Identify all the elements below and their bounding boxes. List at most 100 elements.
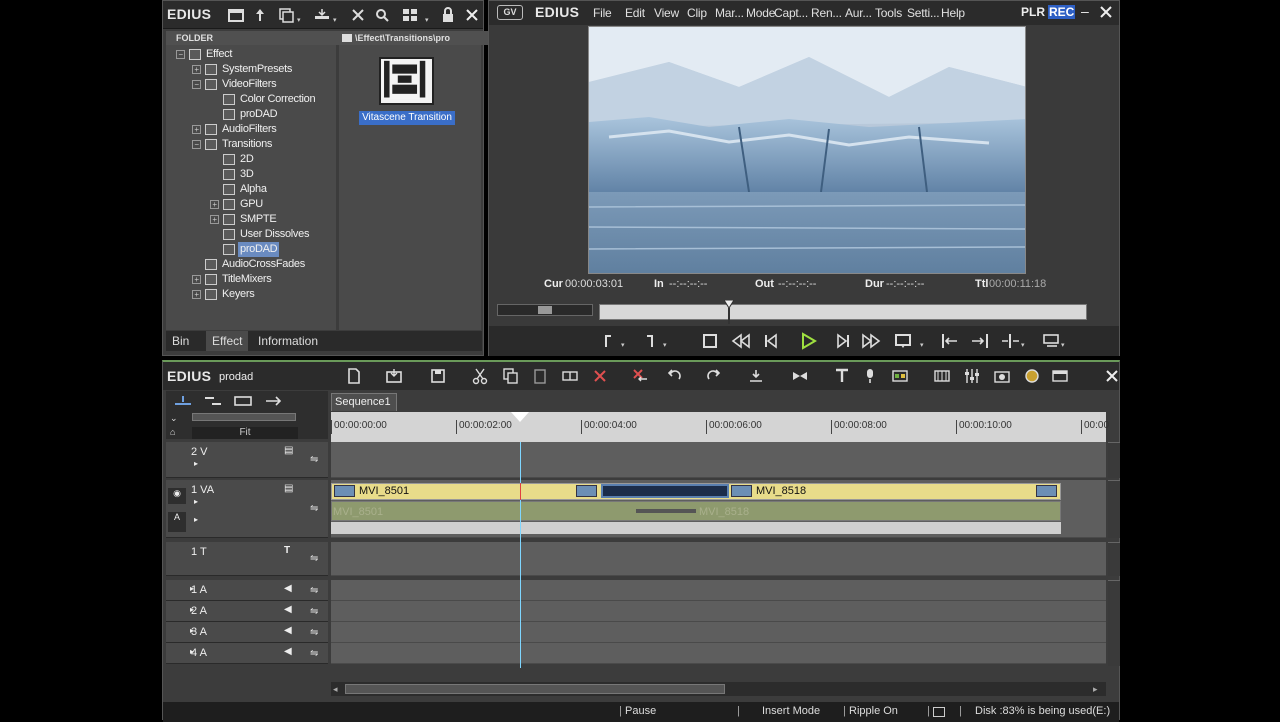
delete-clip-icon[interactable] (591, 367, 609, 385)
expand-icon[interactable]: + (192, 65, 201, 74)
track-header[interactable]: 1 T T ⇋ (166, 542, 328, 576)
shuttle-handle[interactable] (538, 306, 552, 314)
output-dropdown-icon[interactable]: ▾ (1061, 342, 1067, 349)
audio-channel-icon[interactable]: A (168, 512, 186, 532)
step-back-icon[interactable] (761, 331, 783, 351)
audio-clip[interactable] (331, 501, 1061, 521)
ripple-delete-icon[interactable] (631, 367, 649, 385)
expand-all-icon[interactable]: ⌄ (170, 413, 186, 425)
minimize-icon[interactable]: – (1081, 3, 1089, 19)
track-sync-icon[interactable]: ⇋ (310, 503, 318, 514)
scroll-left-icon[interactable]: ◂ (333, 684, 338, 695)
track-lane[interactable] (331, 542, 1106, 576)
insert-dropdown-icon[interactable]: ▾ (1021, 342, 1027, 349)
track-lane[interactable] (331, 580, 1106, 601)
menu-view[interactable]: View (654, 6, 679, 20)
new-folder-icon[interactable] (227, 6, 245, 24)
expand-track-icon[interactable]: ▸ (190, 584, 194, 593)
title-track-icon[interactable]: T (284, 545, 296, 557)
audio-mixer-icon[interactable] (963, 367, 981, 385)
cut-icon[interactable] (471, 367, 489, 385)
vertical-scrollbar[interactable] (1108, 480, 1120, 538)
add-clip-icon[interactable] (277, 6, 295, 24)
lock-icon[interactable] (439, 6, 457, 24)
menu-render[interactable]: Ren... (811, 6, 842, 20)
expand-icon[interactable]: + (192, 290, 201, 299)
zoom-slider[interactable] (192, 413, 296, 421)
layout-icon[interactable] (1051, 367, 1069, 385)
menu-tools[interactable]: Tools (875, 6, 902, 20)
track-sync-icon[interactable]: ⇋ (310, 454, 318, 465)
copy-icon[interactable] (501, 367, 519, 385)
collapse-icon[interactable]: − (176, 50, 185, 59)
track-sync-icon[interactable]: ⇋ (310, 627, 318, 638)
time-ruler[interactable]: 00:00:00:00 00:00:02:00 00:00:04:00 00:00:0… (331, 412, 1109, 442)
vertical-scrollbar[interactable] (1108, 442, 1120, 478)
expand-track-icon[interactable]: ▸ (194, 459, 198, 468)
horizontal-scrollbar[interactable]: ◂ ▸ (331, 682, 1106, 696)
shuttle-slider[interactable] (497, 304, 593, 316)
add-clip-dropdown-icon[interactable]: ▾ (297, 17, 303, 24)
render-icon[interactable] (891, 367, 909, 385)
close-icon[interactable] (1099, 5, 1113, 19)
menu-capture[interactable]: Capt... (774, 6, 808, 20)
menu-help[interactable]: Help (941, 6, 965, 20)
speaker-icon[interactable]: ◀ (284, 646, 296, 658)
fast-forward-icon[interactable] (860, 331, 882, 351)
voice-over-icon[interactable] (861, 367, 879, 385)
track-header[interactable]: 2 V ▤ ⇋ (166, 442, 328, 478)
expand-icon[interactable]: + (192, 125, 201, 134)
sync-icon[interactable] (1023, 367, 1041, 385)
expand-track-icon[interactable]: ▸ (194, 515, 198, 524)
insert-to-timeline-icon[interactable] (999, 331, 1021, 351)
expand-icon[interactable]: + (210, 200, 219, 209)
plr-button[interactable]: PLR (1021, 5, 1045, 19)
snapshot-icon[interactable] (993, 367, 1011, 385)
delete-icon[interactable] (349, 6, 367, 24)
transition-icon[interactable] (791, 367, 809, 385)
scrub-knob[interactable] (724, 300, 735, 324)
track-sync-icon[interactable]: ⇋ (310, 553, 318, 564)
set-out-icon[interactable] (639, 331, 661, 351)
expand-track-icon[interactable]: ▸ (190, 605, 194, 614)
monitor-icon[interactable] (933, 707, 945, 717)
redo-icon[interactable] (705, 367, 723, 385)
set-in-icon[interactable] (597, 331, 619, 351)
menu-edit[interactable]: Edit (625, 6, 645, 20)
view-mode-icon[interactable] (401, 6, 419, 24)
menu-clip[interactable]: Clip (687, 6, 707, 20)
video-visible-icon[interactable]: ◉ (168, 488, 186, 504)
add-timeline-dropdown-icon[interactable]: ▾ (333, 17, 339, 24)
menu-file[interactable]: File (593, 6, 612, 20)
track-lane[interactable] (331, 622, 1106, 643)
track-lane[interactable] (331, 643, 1106, 664)
paste-icon[interactable] (531, 367, 549, 385)
track-height-icon[interactable] (172, 394, 194, 408)
track-sync-icon[interactable]: ⇋ (310, 648, 318, 659)
scroll-thumb[interactable] (345, 684, 725, 694)
link-icon[interactable] (232, 394, 254, 408)
folder-tree[interactable]: − Effect + SystemPresets − VideoFilters Color … (166, 45, 336, 330)
track-lane[interactable] (331, 601, 1106, 622)
add-timeline-icon[interactable] (313, 6, 331, 24)
snap-icon[interactable] (262, 394, 284, 408)
play-icon[interactable] (797, 331, 819, 351)
expand-icon[interactable]: + (192, 275, 201, 284)
menu-mode[interactable]: Mode (746, 6, 775, 20)
set-in-dropdown-icon[interactable]: ▾ (621, 342, 627, 349)
lock-all-icon[interactable]: ⌂ (170, 427, 186, 439)
expand-track-icon[interactable]: ▸ (190, 626, 194, 635)
stop-icon[interactable] (699, 331, 721, 351)
expand-icon[interactable]: + (210, 215, 219, 224)
loop-playback-icon[interactable] (892, 331, 914, 351)
scrub-bar[interactable] (599, 300, 1087, 324)
menu-audio[interactable]: Aur... (845, 6, 872, 20)
track-sync-icon[interactable]: ⇋ (310, 606, 318, 617)
transition-block[interactable] (601, 484, 729, 498)
track-lane[interactable]: MVI_8501 MVI_8518 MVI_8501 MVI_8518 (331, 480, 1106, 538)
mixer-icon[interactable] (933, 367, 951, 385)
zoom-select[interactable]: Fit (192, 427, 298, 439)
collapse-icon[interactable]: − (192, 80, 201, 89)
transition-effect-icon[interactable] (379, 57, 434, 105)
edit-mode[interactable]: Insert Mode (762, 705, 820, 717)
